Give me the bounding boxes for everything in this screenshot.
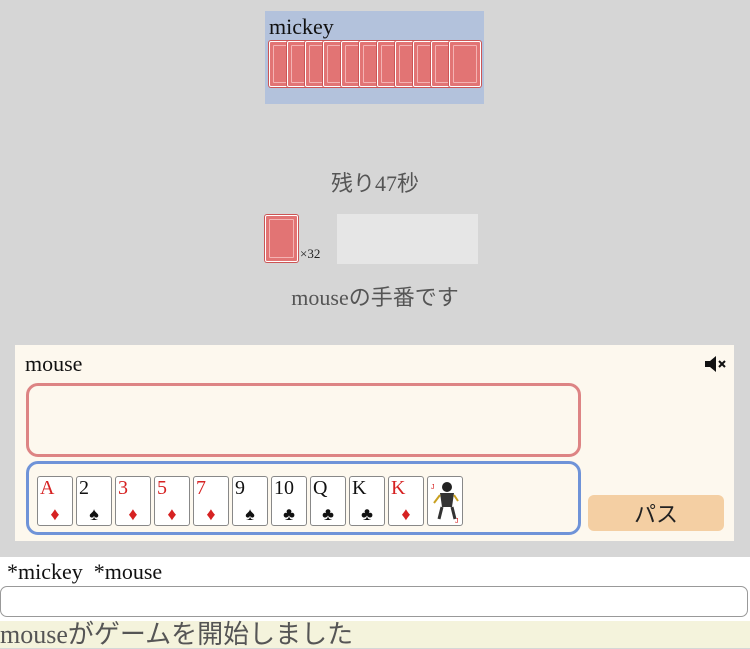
card-suit-icon: ♣ (322, 504, 334, 524)
hand-card-joker[interactable]: JJ (427, 476, 463, 526)
svg-text:J: J (455, 518, 459, 525)
card-rank: K (391, 477, 406, 499)
player-name: mouse (25, 351, 83, 376)
hand-card[interactable]: 5 ♦ (154, 476, 190, 526)
card-rank: K (352, 477, 367, 499)
hand-card[interactable]: K ♣ (349, 476, 385, 526)
card-suit-icon: ♠ (89, 504, 99, 524)
hand-card[interactable]: 2 ♠ (76, 476, 112, 526)
turn-timer: 残り47秒 (330, 171, 419, 196)
card-rank: 5 (157, 477, 167, 499)
opponent-hand (269, 41, 483, 99)
card-suit-icon: ♣ (283, 504, 295, 524)
game-log: mouseがゲームを開始しました (0, 621, 750, 648)
speaker-muted-icon[interactable] (703, 353, 731, 375)
pass-button[interactable]: パス (588, 495, 724, 531)
hand-card[interactable]: K ♦ (388, 476, 424, 526)
hand-card[interactable]: A ♦ (37, 476, 73, 526)
hand-card[interactable]: Q ♣ (310, 476, 346, 526)
card-rank: 9 (235, 477, 245, 499)
card-suit-icon: ♦ (167, 504, 177, 524)
card-rank: 2 (79, 477, 89, 499)
card-rank: 3 (118, 477, 128, 499)
hand-card[interactable]: 10 ♣ (271, 476, 307, 526)
joker-icon: JJ (431, 482, 459, 525)
card-rank: 10 (274, 477, 294, 499)
chat-input[interactable] (0, 586, 748, 617)
card-suit-icon: ♦ (50, 504, 60, 524)
chat-section: *mickey *mouse mouseがゲームを開始しました (0, 557, 750, 648)
card-suit-icon: ♦ (128, 504, 138, 524)
card-rank: Q (313, 477, 328, 499)
opponent-panel: mickey (265, 11, 484, 104)
card-rank: 7 (196, 477, 206, 499)
card-suit-icon: ♦ (401, 504, 411, 524)
draw-pile-count: ×32 (300, 246, 321, 261)
opponent-card-back (449, 41, 481, 87)
hand-card[interactable]: 9 ♠ (232, 476, 268, 526)
card-suit-icon: ♠ (245, 504, 255, 524)
opponent-name: mickey (269, 14, 334, 39)
play-area[interactable] (26, 383, 581, 457)
player-hand: A ♦ 2 ♠ 3 ♦ 5 ♦ 7 ♦ 9 ♠ 10 ♣ Q ♣ K ♣ K ♦ J J (26, 461, 581, 535)
player-list: *mickey *mouse (7, 559, 163, 584)
card-suit-icon: ♣ (361, 504, 373, 524)
card-rank: A (40, 477, 55, 499)
svg-text:J: J (431, 484, 435, 491)
card-suit-icon: ♦ (206, 504, 216, 524)
draw-pile[interactable] (265, 215, 298, 262)
player-panel: mouse A ♦ 2 ♠ 3 ♦ 5 ♦ 7 ♦ 9 ♠ 10 ♣ Q ♣ K ♣ K ♦ J J パス (15, 345, 734, 541)
discard-field (337, 214, 478, 264)
hand-card[interactable]: 7 ♦ (193, 476, 229, 526)
hand-card[interactable]: 3 ♦ (115, 476, 151, 526)
turn-message: mouseの手番です (291, 285, 459, 310)
